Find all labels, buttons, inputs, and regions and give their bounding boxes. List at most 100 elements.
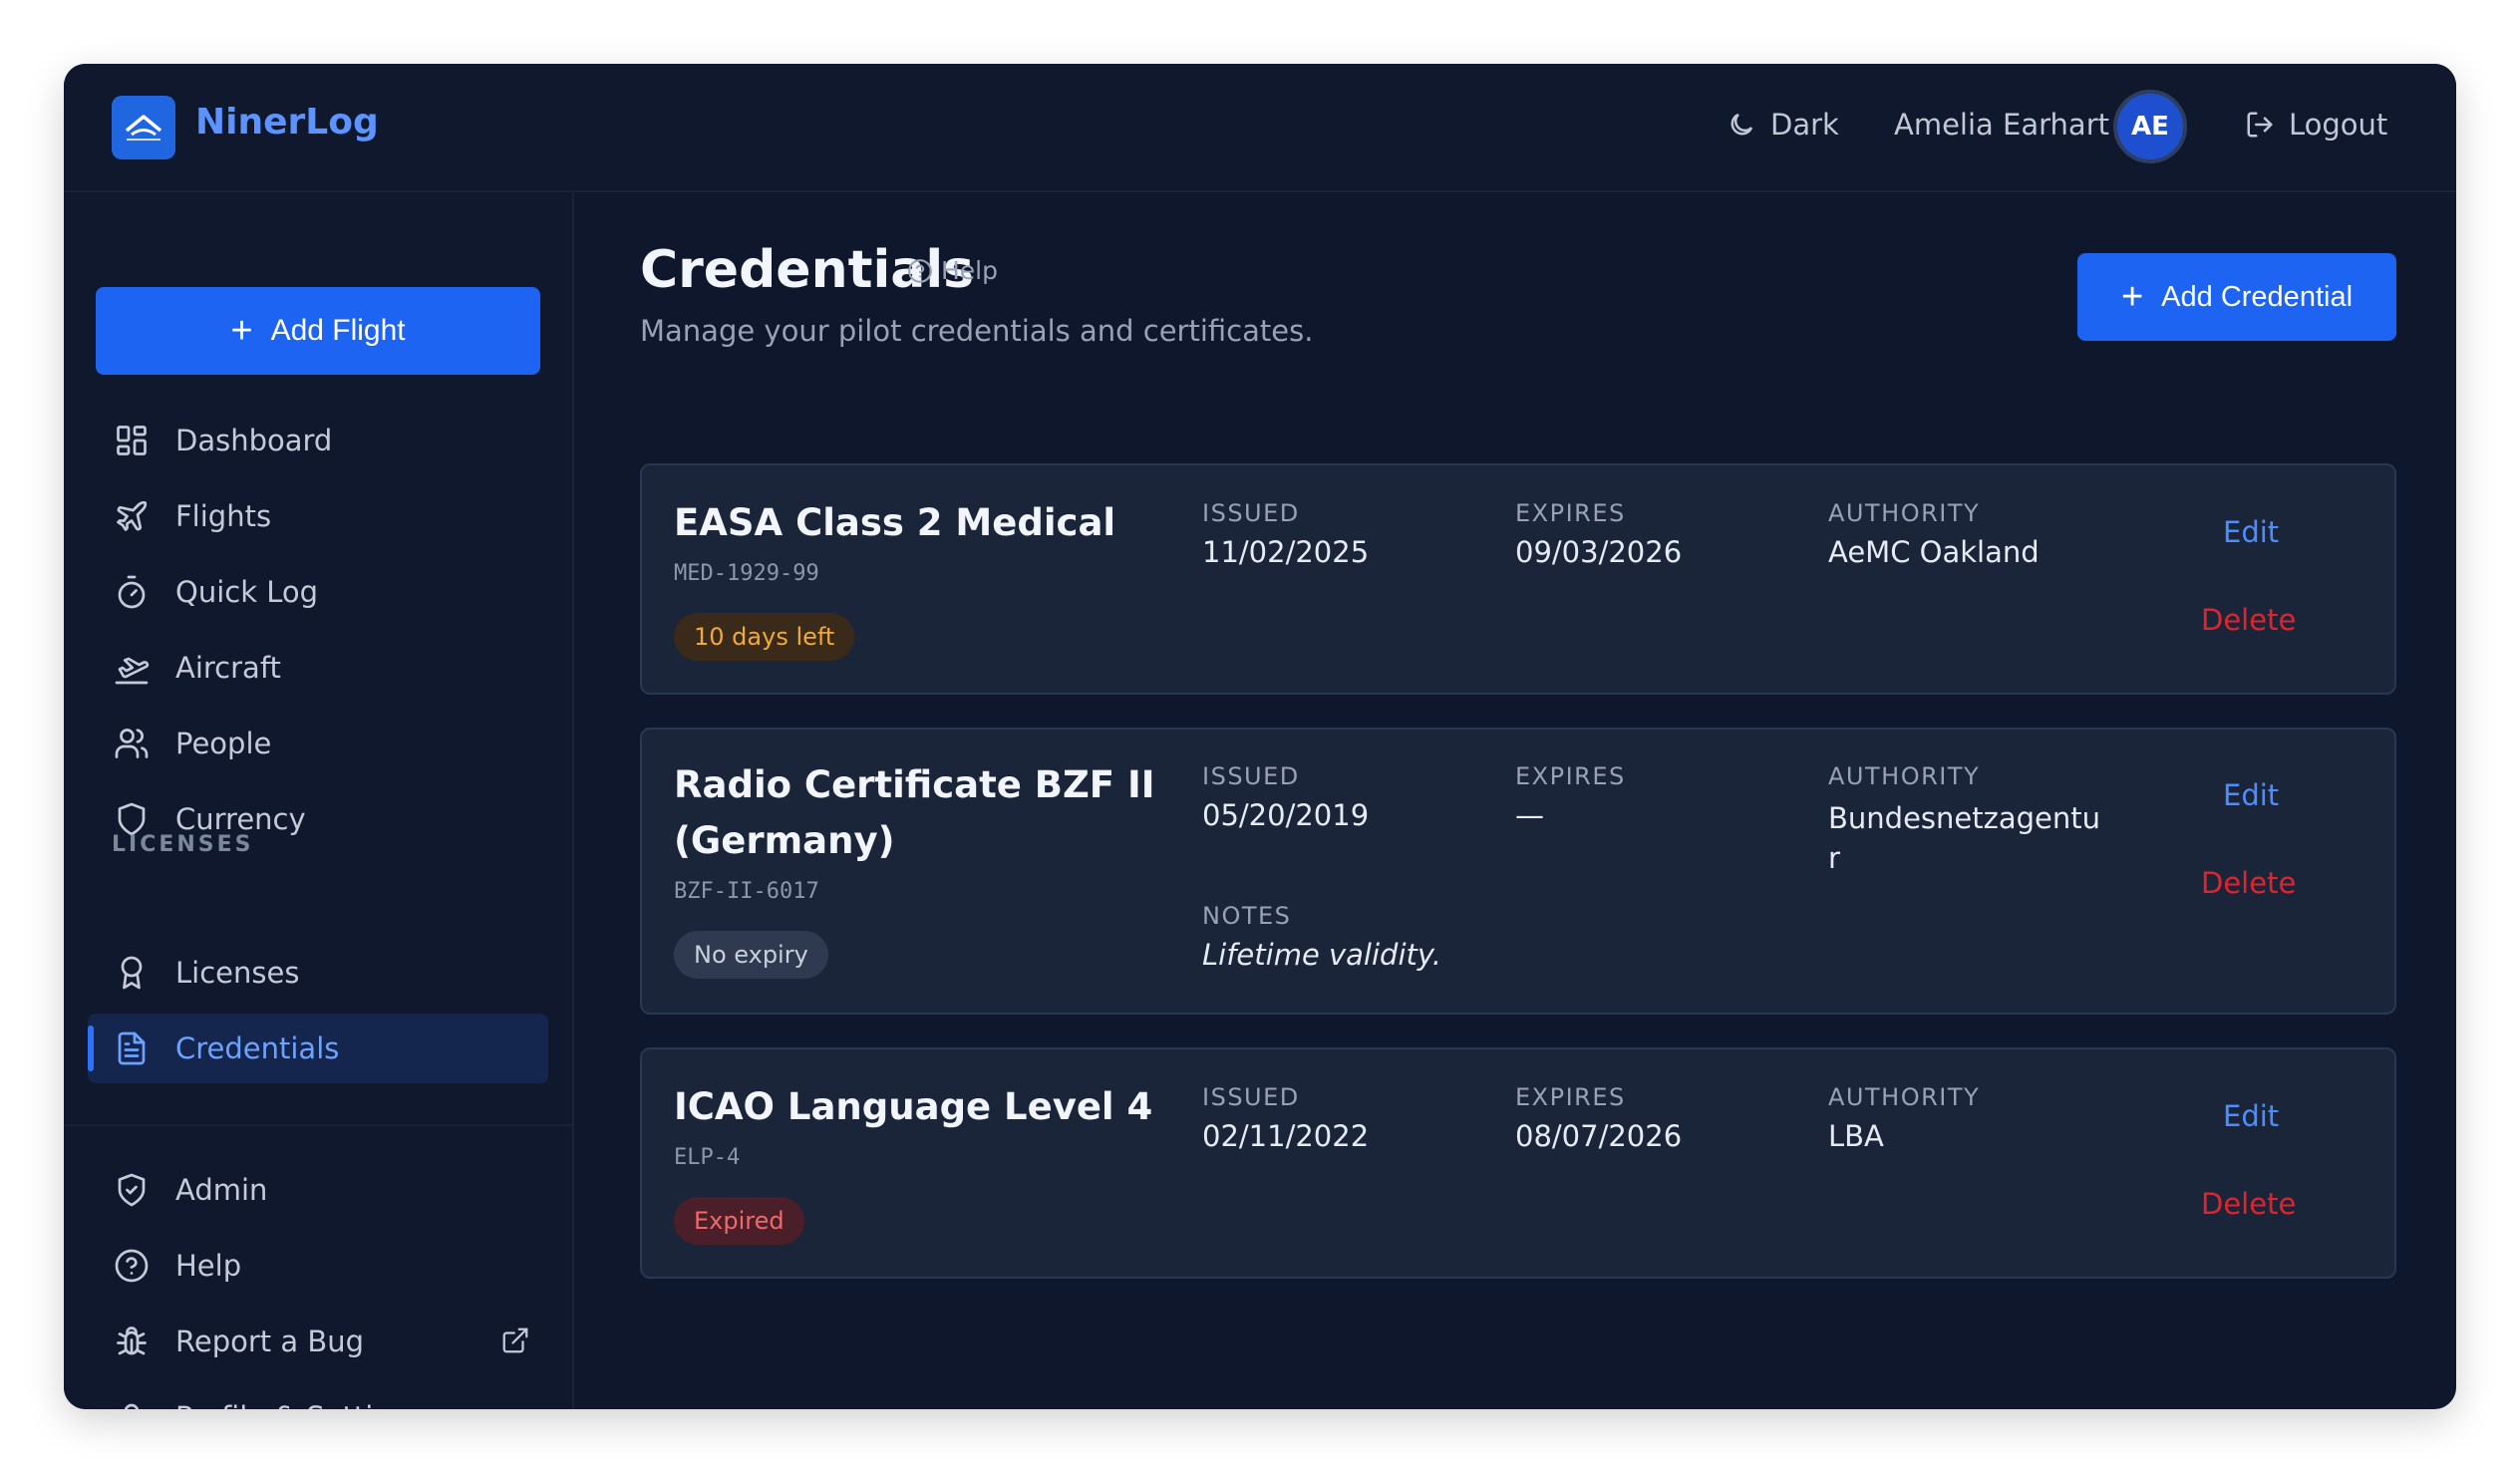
shield-check-icon [112, 1170, 152, 1210]
user-icon [112, 1397, 152, 1409]
users-icon [112, 724, 152, 763]
app-window: NinerLog Dark Amelia Earhart AE Logout +… [64, 64, 2456, 1409]
credential-code: MED-1929-99 [674, 561, 819, 586]
credential-title: EASA Class 2 Medical [674, 501, 1116, 544]
sidebar-item-profile-settings[interactable]: Profile & Settings [88, 1382, 548, 1409]
sidebar-item-label: Admin [175, 1173, 268, 1207]
status-badge: Expired [674, 1197, 804, 1245]
sidebar-item-credentials[interactable]: Credentials [88, 1014, 548, 1083]
status-badge: 10 days left [674, 613, 855, 661]
add-flight-button[interactable]: + Add Flight [96, 287, 540, 375]
credential-title: ICAO Language Level 4 [674, 1085, 1153, 1128]
authority-value: AeMC Oakland [1828, 535, 2040, 569]
sidebar-item-label: Dashboard [175, 424, 333, 457]
help-circle-icon [112, 1246, 152, 1286]
logout-icon [2247, 112, 2273, 138]
issued-label: ISSUED [1202, 762, 1300, 790]
sidebar-item-quick-log[interactable]: Quick Log [88, 557, 548, 627]
authority-label: AUTHORITY [1828, 499, 1981, 527]
authority-value: LBA [1828, 1119, 1884, 1153]
logout-label: Logout [2289, 108, 2388, 142]
sidebar-item-aircraft[interactable]: Aircraft [88, 633, 548, 703]
award-icon [112, 953, 152, 993]
expires-label: EXPIRES [1515, 762, 1626, 790]
notes-label: NOTES [1202, 902, 1292, 930]
edit-button[interactable]: Edit [2223, 1099, 2279, 1133]
sidebar-item-report-bug[interactable]: Report a Bug [88, 1307, 548, 1376]
sidebar-item-label: People [175, 727, 272, 760]
sidebar-item-people[interactable]: People [88, 709, 548, 778]
user-name[interactable]: Amelia Earhart [1894, 108, 2109, 142]
expires-value: 09/03/2026 [1515, 535, 1683, 569]
brand-name[interactable]: NinerLog [195, 102, 379, 143]
sidebar: + Add Flight Dashboard Flights Quick Log… [64, 192, 574, 1409]
sidebar-item-label: Currency [175, 802, 306, 836]
add-credential-label: Add Credential [2161, 280, 2354, 313]
credential-card: ICAO Language Level 4 ELP-4 Expired ISSU… [640, 1047, 2396, 1279]
edit-button[interactable]: Edit [2223, 778, 2279, 812]
credential-card: EASA Class 2 Medical MED-1929-99 10 days… [640, 463, 2396, 695]
stopwatch-icon [112, 572, 152, 612]
bug-icon [112, 1322, 152, 1361]
sidebar-item-label: Licenses [175, 956, 300, 990]
help-circle-icon [908, 258, 932, 283]
expires-value: 08/07/2026 [1515, 1119, 1683, 1153]
top-bar: NinerLog Dark Amelia Earhart AE Logout [64, 64, 2456, 192]
sidebar-item-dashboard[interactable]: Dashboard [88, 406, 548, 475]
delete-button[interactable]: Delete [2201, 603, 2296, 637]
issued-value: 11/02/2025 [1202, 535, 1370, 569]
sidebar-item-label: Quick Log [175, 575, 319, 609]
expires-label: EXPIRES [1515, 499, 1626, 527]
document-icon [112, 1029, 152, 1068]
delete-button[interactable]: Delete [2201, 866, 2296, 900]
help-link-label: Help [941, 256, 998, 285]
authority-label: AUTHORITY [1828, 762, 1981, 790]
expires-label: EXPIRES [1515, 1083, 1626, 1111]
page-subtitle: Manage your pilot credentials and certif… [640, 314, 1314, 348]
sidebar-item-label: Credentials [175, 1031, 340, 1065]
takeoff-icon [112, 648, 152, 688]
avatar[interactable]: AE [2113, 90, 2187, 163]
dashboard-icon [112, 421, 152, 460]
theme-label: Dark [1770, 108, 1839, 142]
plane-icon [112, 496, 152, 536]
credential-title: Radio Certificate BZF II (Germany) [674, 763, 1155, 862]
issued-label: ISSUED [1202, 499, 1300, 527]
issued-value: 05/20/2019 [1202, 798, 1370, 832]
delete-button[interactable]: Delete [2201, 1187, 2296, 1221]
app-logo[interactable] [112, 96, 175, 159]
sidebar-item-label: Report a Bug [175, 1325, 365, 1358]
sidebar-divider [64, 1124, 572, 1126]
issued-value: 02/11/2022 [1202, 1119, 1370, 1153]
sidebar-item-flights[interactable]: Flights [88, 481, 548, 551]
sidebar-item-label: Profile & Settings [175, 1400, 425, 1409]
plus-icon: + [2120, 275, 2144, 318]
notes-value: Lifetime validity. [1202, 938, 1442, 972]
add-flight-label: Add Flight [270, 314, 406, 347]
moon-icon [1731, 113, 1753, 136]
section-label-licenses: LICENSES [112, 832, 254, 857]
plus-icon: + [230, 309, 253, 352]
logo-icon [125, 115, 162, 141]
logout-button[interactable]: Logout [2245, 108, 2387, 142]
credential-card: Radio Certificate BZF II (Germany) BZF-I… [640, 728, 2396, 1015]
status-badge: No expiry [674, 931, 828, 979]
authority-label: AUTHORITY [1828, 1083, 1981, 1111]
help-link[interactable]: Help [907, 256, 998, 285]
main-content: Credentials Help Manage your pilot crede… [574, 192, 2456, 1409]
issued-label: ISSUED [1202, 1083, 1300, 1111]
theme-toggle[interactable]: Dark [1727, 108, 1839, 142]
edit-button[interactable]: Edit [2223, 515, 2279, 549]
credential-code: BZF-II-6017 [674, 879, 819, 904]
authority-value: Bundesnetzagentur [1828, 801, 2100, 875]
sidebar-item-label: Flights [175, 499, 272, 533]
sidebar-item-label: Help [175, 1249, 242, 1283]
sidebar-item-admin[interactable]: Admin [88, 1155, 548, 1225]
sidebar-item-label: Aircraft [175, 651, 281, 685]
add-credential-button[interactable]: + Add Credential [2077, 253, 2396, 341]
external-link-icon [500, 1326, 530, 1362]
sidebar-item-help[interactable]: Help [88, 1231, 548, 1301]
sidebar-item-licenses[interactable]: Licenses [88, 938, 548, 1008]
credential-code: ELP-4 [674, 1145, 741, 1170]
expires-value: — [1515, 798, 1544, 832]
